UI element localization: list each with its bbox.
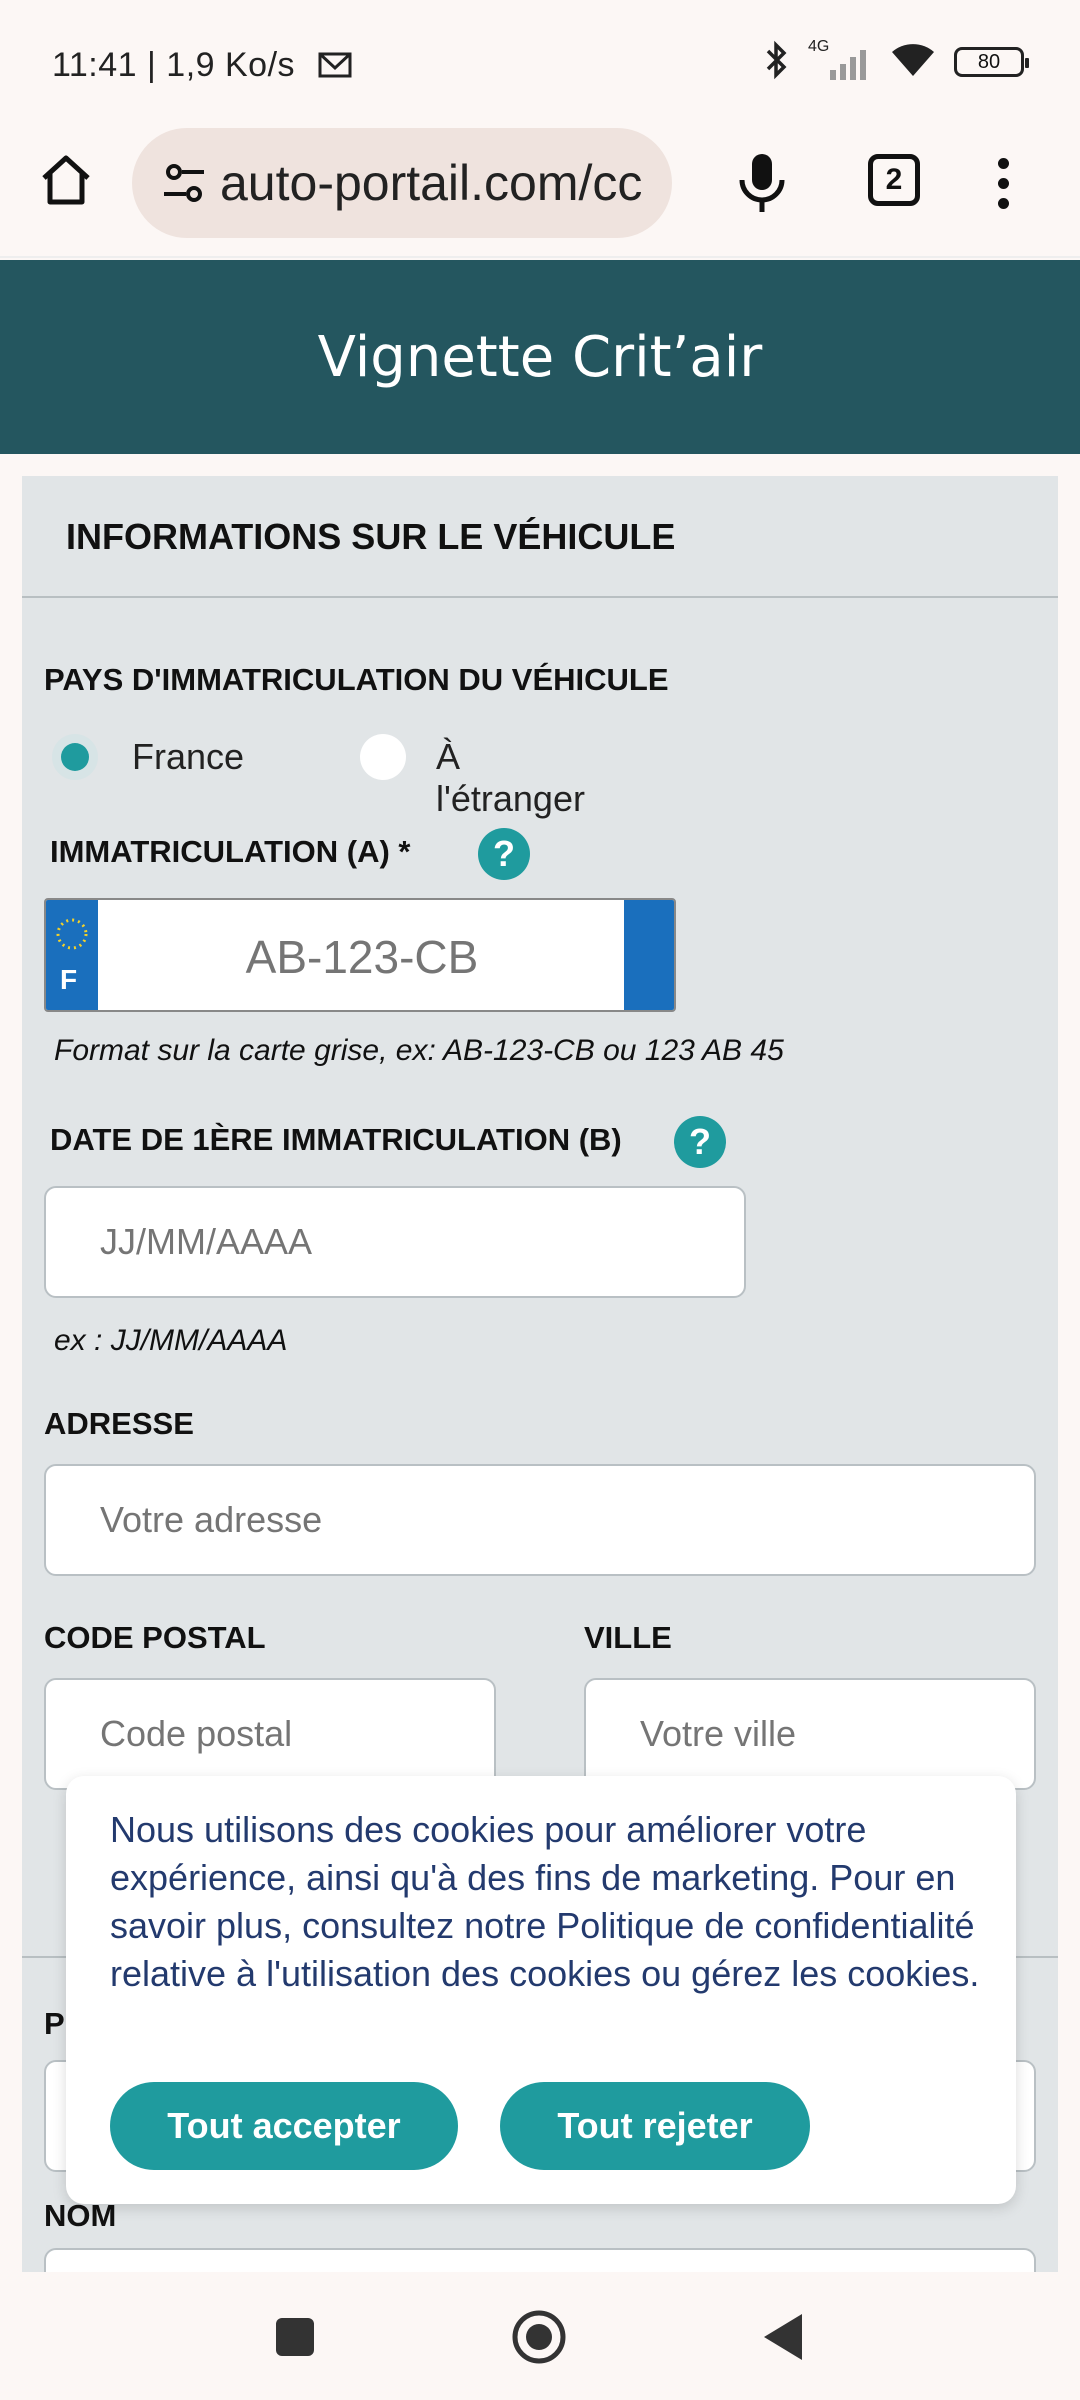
more-options-icon[interactable] xyxy=(984,150,1024,216)
postal-code-input[interactable] xyxy=(44,1678,496,1790)
site-header: Vignette Crit’air xyxy=(0,260,1080,454)
country-label: PAYS D'IMMATRICULATION DU VÉHICULE xyxy=(44,662,669,697)
status-bar: 11:41 | 1,9 Ko/s 4G 80 xyxy=(0,0,1080,128)
partial-field-label: P xyxy=(44,2006,65,2041)
eu-stars-icon xyxy=(56,918,88,950)
url-text: auto-portail.com/cc xyxy=(220,155,643,211)
first-registration-input[interactable] xyxy=(44,1186,746,1298)
home-nav-icon[interactable] xyxy=(510,2308,568,2371)
system-nav-bar xyxy=(0,2272,1080,2400)
registration-plate-field: F xyxy=(44,898,676,1012)
cookie-text: Nous utilisons des cookies pour améliore… xyxy=(110,1809,980,1994)
wifi-icon xyxy=(890,42,936,83)
radio-abroad-label[interactable]: À l'étranger xyxy=(436,736,585,820)
site-settings-icon[interactable] xyxy=(162,160,208,206)
registration-input[interactable] xyxy=(98,900,626,1010)
status-icons: 4G 80 xyxy=(764,38,1029,85)
first-registration-label: DATE DE 1ÈRE IMMATRICULATION (B) xyxy=(50,1122,622,1157)
signal-icon: 4G xyxy=(808,38,872,82)
home-icon[interactable] xyxy=(36,150,96,210)
page-title: Vignette Crit’air xyxy=(317,324,763,390)
mail-icon xyxy=(318,52,352,83)
section-divider xyxy=(22,596,1058,598)
radio-france[interactable] xyxy=(52,734,98,780)
address-input[interactable] xyxy=(44,1464,1036,1576)
accept-all-button[interactable]: Tout accepter xyxy=(110,2082,458,2170)
city-label: VILLE xyxy=(584,1620,672,1655)
plate-right-band xyxy=(624,900,674,1010)
registration-label: IMMATRICULATION (A) * xyxy=(50,834,411,869)
first-registration-help-icon[interactable]: ? xyxy=(674,1116,726,1168)
browser-toolbar: auto-portail.com/cc 2 xyxy=(0,128,1080,258)
back-icon[interactable] xyxy=(760,2312,806,2367)
registration-help-icon[interactable]: ? xyxy=(478,828,530,880)
eu-flag-band: F xyxy=(46,900,98,1010)
address-label: ADRESSE xyxy=(44,1406,194,1441)
url-bar[interactable]: auto-portail.com/cc xyxy=(132,128,672,238)
bluetooth-icon xyxy=(764,40,790,85)
first-registration-hint: ex : JJ/MM/AAAA xyxy=(54,1324,288,1357)
reject-all-button[interactable]: Tout rejeter xyxy=(500,2082,810,2170)
status-time: 11:41 | 1,9 Ko/s xyxy=(52,46,296,84)
radio-abroad[interactable] xyxy=(360,734,406,780)
radio-france-label[interactable]: France xyxy=(132,736,244,778)
plate-country-code: F xyxy=(60,964,78,995)
registration-hint: Format sur la carte grise, ex: AB-123-CB… xyxy=(54,1034,784,1067)
postal-code-label: CODE POSTAL xyxy=(44,1620,266,1655)
microphone-icon[interactable] xyxy=(732,150,792,216)
section-title: INFORMATIONS SUR LE VÉHICULE xyxy=(66,516,676,557)
tab-switcher-button[interactable]: 2 xyxy=(868,154,920,206)
city-input[interactable] xyxy=(584,1678,1036,1790)
recents-icon[interactable] xyxy=(274,2316,316,2363)
battery-icon: 80 xyxy=(954,47,1029,77)
cookie-banner: Nous utilisons des cookies pour améliore… xyxy=(66,1776,1016,2204)
